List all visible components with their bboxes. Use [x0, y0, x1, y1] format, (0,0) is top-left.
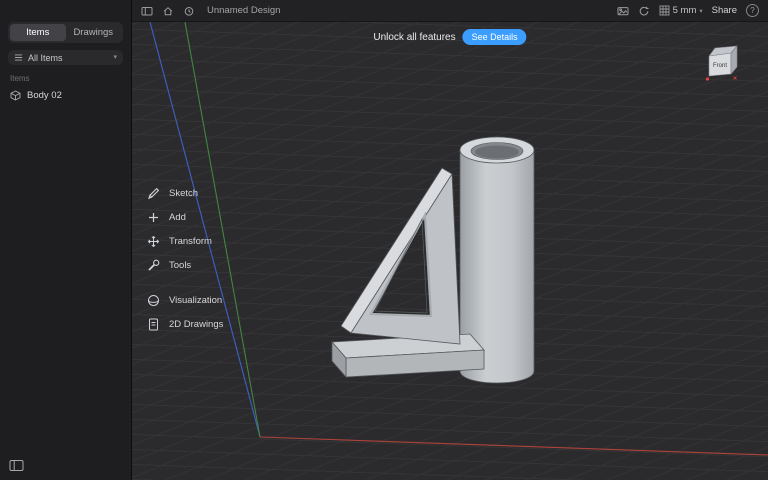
filter-label: All Items: [28, 53, 63, 63]
tool-visualization[interactable]: Visualization: [146, 293, 223, 308]
drawing-icon: [146, 317, 161, 332]
tab-items[interactable]: Items: [10, 24, 66, 41]
gusset-front-face: [351, 174, 460, 344]
plus-icon: [146, 210, 161, 225]
view-cube-label: Front: [713, 63, 727, 69]
document-title: Unnamed Design: [207, 5, 280, 16]
viewport-3d[interactable]: Unlock all features See Details Front Sk…: [132, 22, 768, 480]
sidebar: Items Drawings All Items ▾ Items Body 02: [0, 0, 132, 480]
item-label: Body 02: [27, 90, 62, 101]
main-area: Unnamed Design 5 mm ▾ Share ?: [132, 0, 768, 480]
tool-label: Tools: [169, 260, 191, 271]
list-icon: [14, 53, 23, 62]
sidebar-tabs: Items Drawings: [8, 22, 123, 43]
grid-size-dropdown[interactable]: 5 mm ▾: [659, 5, 703, 16]
sphere-icon: [146, 293, 161, 308]
cylinder-hole-inner: [475, 146, 519, 159]
home-icon[interactable]: [162, 5, 174, 17]
help-button[interactable]: ?: [746, 4, 759, 17]
grid-size-value: 5 mm: [673, 5, 697, 16]
unlock-banner-text: Unlock all features: [373, 32, 455, 43]
unlock-banner: Unlock all features See Details: [373, 29, 526, 45]
x-axis: [260, 437, 768, 455]
pen-icon: [146, 186, 161, 201]
sync-icon[interactable]: [638, 5, 650, 17]
items-section-header: Items: [8, 74, 123, 83]
tool-label: Sketch: [169, 188, 198, 199]
tab-drawings[interactable]: Drawings: [66, 24, 122, 41]
tool-label: Transform: [169, 236, 212, 247]
view-cube[interactable]: Front: [704, 42, 744, 84]
grid-icon: [659, 5, 670, 16]
world-axes: [150, 22, 768, 455]
app-window: Items Drawings All Items ▾ Items Body 02: [0, 0, 768, 480]
sidebar-collapse-icon[interactable]: [141, 5, 153, 17]
topbar: Unnamed Design 5 mm ▾ Share ?: [132, 0, 768, 22]
chevron-down-icon: ▾: [113, 54, 117, 61]
tool-transform[interactable]: Transform: [146, 234, 223, 249]
cube-icon: [10, 90, 21, 101]
panel-toggle-icon[interactable]: [9, 459, 24, 472]
items-filter-dropdown[interactable]: All Items ▾: [8, 50, 123, 65]
tool-label: Add: [169, 212, 186, 223]
model-body-02[interactable]: [332, 137, 534, 383]
scene-canvas: [132, 22, 768, 480]
share-button[interactable]: Share: [712, 5, 737, 16]
move-icon: [146, 234, 161, 249]
tool-2d-drawings[interactable]: 2D Drawings: [146, 317, 223, 332]
see-details-button[interactable]: See Details: [463, 29, 527, 45]
wrench-icon: [146, 258, 161, 273]
axis-x-marker: [734, 77, 737, 80]
axis-origin-dot: [706, 77, 709, 80]
tool-tools[interactable]: Tools: [146, 258, 223, 273]
tool-sketch[interactable]: Sketch: [146, 186, 223, 201]
list-item-body-02[interactable]: Body 02: [8, 89, 123, 102]
tool-menu: Sketch Add Transform: [146, 186, 223, 332]
history-icon[interactable]: [183, 5, 195, 17]
tool-add[interactable]: Add: [146, 210, 223, 225]
chevron-down-icon: ▾: [699, 7, 702, 15]
image-export-icon[interactable]: [617, 5, 629, 17]
tool-label: 2D Drawings: [169, 319, 223, 330]
tool-label: Visualization: [169, 295, 222, 306]
